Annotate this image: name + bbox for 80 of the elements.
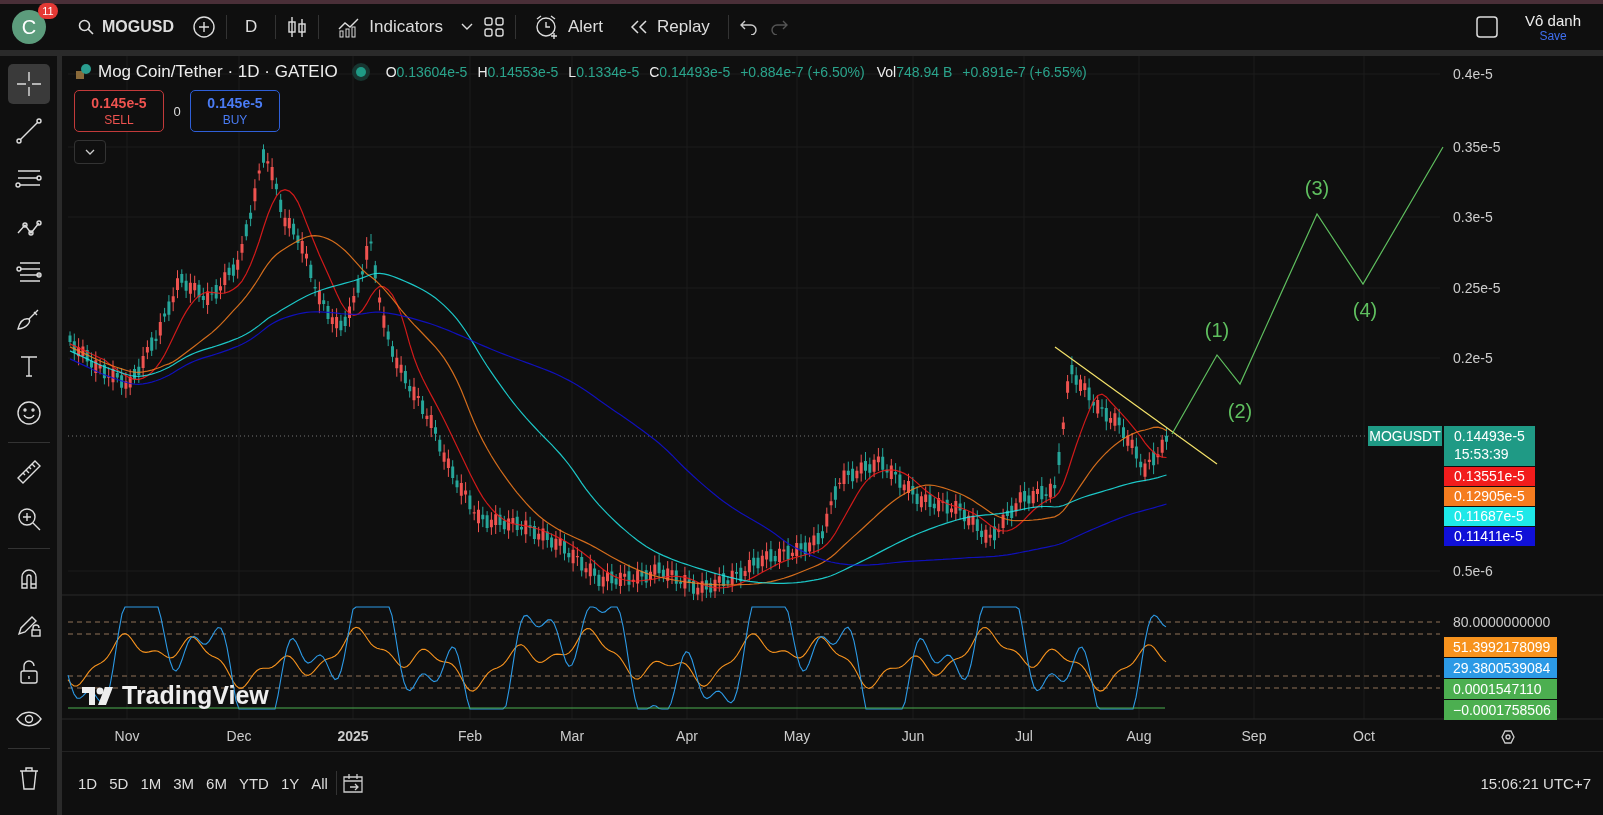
- volume-change: +0.891e-7 (+6.55%): [962, 64, 1087, 80]
- time-axis-label: Feb: [457, 728, 483, 744]
- wave-label: (3): [1304, 177, 1330, 199]
- crosshair-tool[interactable]: [7, 64, 50, 104]
- time-axis-label: Dec: [226, 728, 252, 744]
- candles-icon[interactable]: [286, 15, 309, 39]
- indicator-badge: −0.0001758506: [1444, 700, 1557, 720]
- time-axis-label: Sep: [1241, 728, 1267, 744]
- trend-line[interactable]: [1054, 346, 1218, 465]
- range-button[interactable]: 3M: [169, 770, 199, 796]
- indicators-button[interactable]: Indicators: [329, 12, 451, 42]
- notification-badge: 11: [38, 3, 58, 19]
- moving-average-badge: 0.11687e-5: [1444, 507, 1535, 526]
- logo-icon: [82, 686, 116, 705]
- calendar-icon[interactable]: [340, 772, 365, 794]
- settings-icon[interactable]: [1501, 730, 1515, 744]
- time-axis-label: Jul: [1015, 728, 1033, 744]
- time-axis-label: Jun: [901, 728, 925, 744]
- collapse-button[interactable]: [74, 140, 106, 164]
- time-axis-label: Mar: [559, 728, 585, 744]
- trend-line-icon: [13, 116, 44, 146]
- price-axis-label: 0.3e-5: [1453, 209, 1493, 225]
- price-axis-label: 0.2e-5: [1453, 350, 1493, 366]
- status-dot: [355, 67, 366, 77]
- range-button[interactable]: YTD: [234, 770, 273, 796]
- alert-button[interactable]: Alert: [526, 10, 611, 44]
- search-icon: [78, 19, 94, 35]
- sell-button[interactable]: 0.145e-5 SELL: [74, 90, 164, 132]
- moving-average-badge: 0.11411e-5: [1444, 527, 1535, 546]
- price-axis-label: 0.5e-6: [1453, 563, 1493, 579]
- grid-icon[interactable]: [483, 16, 505, 38]
- ohlc-value: C0.14493e-5: [649, 64, 731, 80]
- price-axis-label: 0.25e-5: [1453, 280, 1501, 296]
- square-icon[interactable]: [1475, 15, 1500, 39]
- ohlc-value: H0.14553e-5: [477, 64, 559, 80]
- buy-button[interactable]: 0.145e-5 BUY: [190, 90, 280, 132]
- price-axis-label: 0.35e-5: [1453, 139, 1501, 155]
- wave-label: (1): [1204, 319, 1230, 341]
- ohlc-value: L0.1334e-5: [568, 64, 640, 80]
- save-link[interactable]: Save: [1539, 28, 1567, 43]
- time-axis-label: May: [783, 728, 811, 744]
- indicator-badge: 0.0001547110: [1444, 679, 1557, 699]
- range-button[interactable]: 6M: [202, 770, 231, 796]
- range-button[interactable]: 1Y: [276, 770, 304, 796]
- clock[interactable]: 15:06:21 UTC+7: [1480, 774, 1591, 792]
- moving-average-badge: 0.12905e-5: [1444, 487, 1535, 506]
- rewind-icon: [628, 19, 649, 35]
- volume-value: Vol748.94 B: [876, 64, 953, 80]
- undo-icon[interactable]: [738, 19, 759, 35]
- ohlc-value: O0.13604e-5: [385, 64, 468, 80]
- symbol-search-button[interactable]: MOGUSD: [70, 14, 182, 40]
- range-button[interactable]: All: [307, 770, 332, 796]
- chevron-down-icon: [85, 149, 95, 155]
- indicator-badge: 51.3992178099: [1444, 637, 1557, 657]
- replay-button[interactable]: Replay: [620, 13, 718, 41]
- range-button[interactable]: 1M: [136, 770, 166, 796]
- price-axis-label: 0.4e-5: [1453, 66, 1493, 82]
- symbol-label: MOGUSDT: [1368, 426, 1442, 446]
- alarm-clock-icon: [534, 14, 560, 40]
- time-axis-label: Nov: [114, 728, 140, 744]
- wave-label: (2): [1227, 400, 1253, 422]
- wave-label: (4): [1352, 299, 1378, 321]
- range-button[interactable]: 1D: [74, 770, 102, 796]
- coin-icon: [74, 63, 92, 81]
- last-price-badge: 0.14493e-5 15:53:39: [1444, 426, 1535, 466]
- rsi-axis-label: 80.0000000000: [1453, 614, 1551, 630]
- moving-average-badge: 0.13551e-5: [1444, 467, 1535, 486]
- add-circle-icon[interactable]: [192, 15, 216, 39]
- indicator-badge: 29.3800539084: [1444, 658, 1557, 678]
- time-axis-label: Apr: [676, 728, 698, 744]
- spread-value: 0: [172, 103, 182, 119]
- range-button[interactable]: 5D: [105, 770, 133, 796]
- symbol-title[interactable]: Mog Coin/Tether · 1D · GATEIO: [98, 62, 338, 82]
- time-axis-label: Aug: [1126, 728, 1152, 744]
- chevron-down-icon[interactable]: [461, 23, 473, 31]
- time-axis-label: 2025: [337, 728, 369, 744]
- interval-button[interactable]: D: [237, 13, 266, 41]
- price-change: +0.884e-7 (+6.50%): [740, 64, 865, 80]
- layout-name[interactable]: Vô danh: [1525, 11, 1581, 29]
- time-axis-label: Oct: [1353, 728, 1375, 744]
